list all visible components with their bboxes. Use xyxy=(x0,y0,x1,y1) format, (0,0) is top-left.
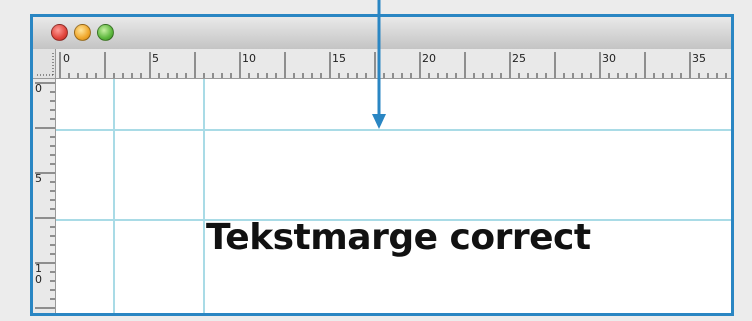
ruler-corner-ticks xyxy=(37,53,54,76)
ruler-label: 15 xyxy=(332,52,346,65)
margin-guide-horizontal[interactable] xyxy=(56,129,731,131)
ruler-label: 10 xyxy=(242,52,256,65)
ruler-label: 5 xyxy=(35,172,42,185)
ruler-label: 25 xyxy=(512,52,526,65)
ruler-label: 5 xyxy=(152,52,159,65)
margin-guide-vertical[interactable] xyxy=(203,79,205,313)
ruler-label: 35 xyxy=(692,52,706,65)
ruler-corner[interactable] xyxy=(33,49,56,79)
ruler-label: 0 xyxy=(35,273,42,286)
document-window: 0 5 10 15 20 25 30 35 0 5 1 0 Tekstmarge… xyxy=(30,14,734,316)
ruler-label: 30 xyxy=(602,52,616,65)
sample-text: Tekstmarge correct xyxy=(206,217,591,258)
zoom-button[interactable] xyxy=(97,24,114,41)
ruler-label: 0 xyxy=(63,52,70,65)
margin-guide-vertical[interactable] xyxy=(113,79,115,313)
ruler-label: 20 xyxy=(422,52,436,65)
minimize-button[interactable] xyxy=(74,24,91,41)
ruler-label: 0 xyxy=(35,82,42,95)
horizontal-ruler[interactable]: 0 5 10 15 20 25 30 35 xyxy=(56,49,731,79)
title-bar[interactable] xyxy=(33,17,731,49)
close-button[interactable] xyxy=(51,24,68,41)
document-canvas[interactable]: Tekstmarge correct xyxy=(56,79,731,313)
vertical-ruler[interactable]: 0 5 1 0 xyxy=(33,79,56,313)
